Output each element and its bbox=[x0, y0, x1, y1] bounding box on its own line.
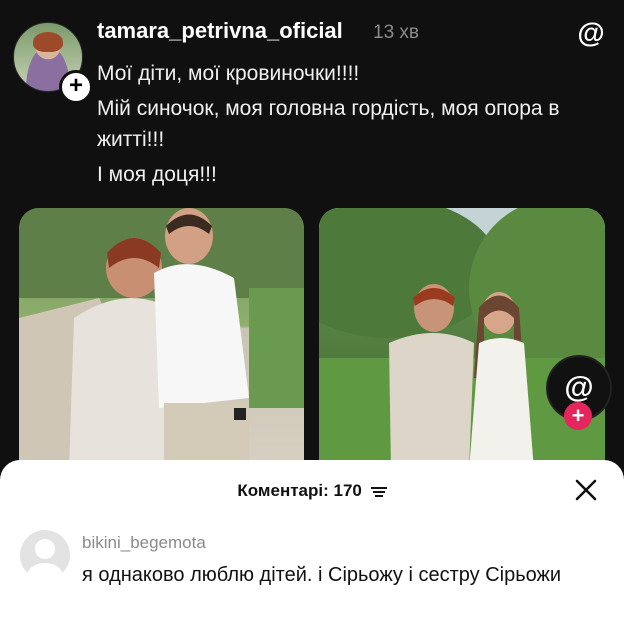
follow-plus-icon[interactable]: + bbox=[59, 70, 93, 104]
comments-header: Коментарі: 170 bbox=[0, 481, 624, 501]
commenter-avatar[interactable] bbox=[20, 530, 70, 580]
caption-line: Мій синочок, моя головна гордість, моя о… bbox=[97, 97, 560, 151]
sort-icon[interactable] bbox=[370, 485, 387, 499]
photo-scene bbox=[19, 208, 304, 470]
threads-logo-icon[interactable]: @ bbox=[576, 18, 606, 48]
comment-text: я однаково люблю дітей. і Сірьожу і сест… bbox=[82, 564, 562, 586]
commenter-username[interactable]: bikini_begemota bbox=[82, 533, 206, 553]
close-icon[interactable] bbox=[572, 476, 600, 504]
comments-count-title: Коментарі: 170 bbox=[237, 481, 362, 500]
post-time: 13 хв bbox=[373, 22, 420, 43]
avatar-hair bbox=[33, 32, 63, 52]
author-username[interactable]: tamara_petrivna_oficial bbox=[97, 18, 343, 44]
author-avatar[interactable]: + bbox=[13, 22, 93, 104]
default-avatar-icon bbox=[27, 539, 63, 580]
caption-line: Мої діти, мої кровиночки!!!! bbox=[97, 62, 360, 85]
post-card: + tamara_petrivna_oficial 13 хв @ Мої ді… bbox=[0, 0, 624, 470]
post-photo-mother-son[interactable] bbox=[19, 208, 304, 470]
photo-scene bbox=[319, 208, 605, 470]
add-plus-icon[interactable]: + bbox=[564, 402, 592, 430]
post-caption: Мої діти, мої кровиночки!!!! Мій синочок… bbox=[97, 58, 597, 194]
caption-line: І моя доця!!! bbox=[97, 163, 217, 186]
post-photo-mother-daughter[interactable] bbox=[319, 208, 605, 470]
comments-sheet: Коментарі: 170 bikini_begemota я однаков… bbox=[0, 460, 624, 630]
